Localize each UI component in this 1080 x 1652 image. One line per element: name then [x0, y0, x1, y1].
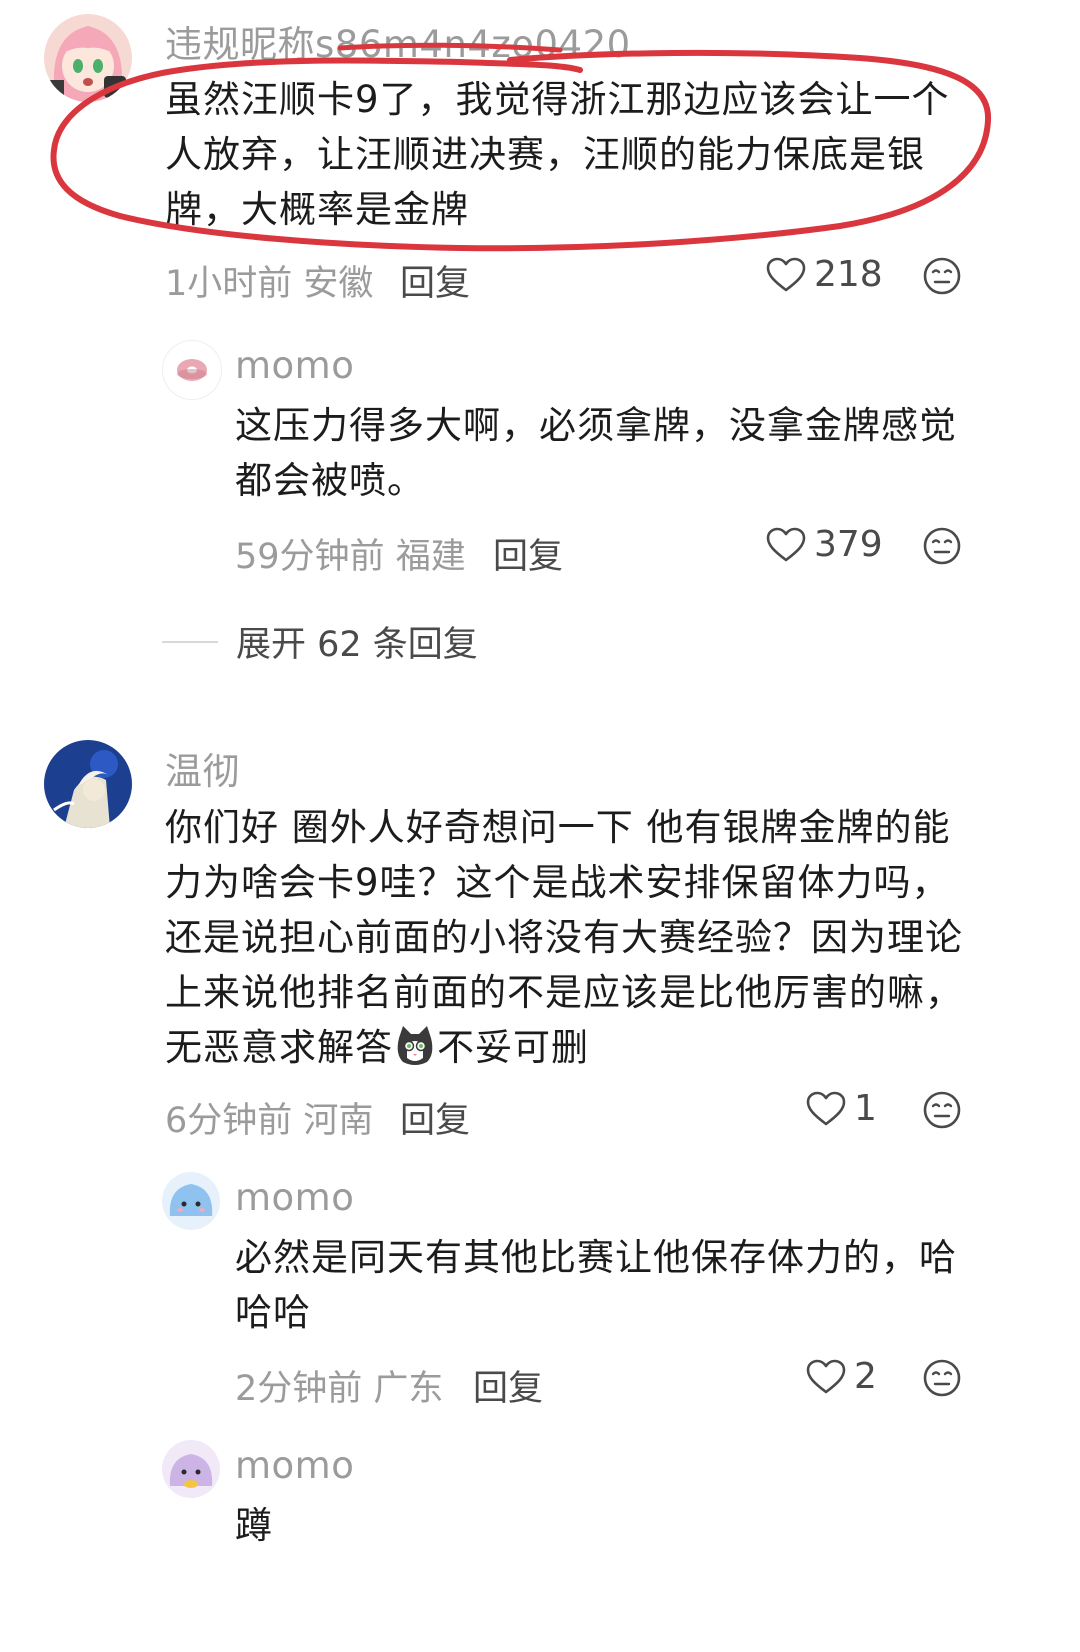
emoji-react-button[interactable] [922, 1358, 962, 1398]
like-count: 218 [814, 254, 883, 295]
like-button[interactable]: 379 [766, 524, 883, 565]
reply-button[interactable]: 回复 [493, 528, 563, 579]
comment-time: 1小时前 安徽 [165, 264, 374, 304]
like-count: 2 [854, 1356, 877, 1397]
user-avatar[interactable] [162, 340, 222, 400]
cat-face-emoji [393, 1024, 437, 1068]
donut-avatar [163, 341, 221, 399]
username[interactable]: momo [235, 1176, 354, 1219]
reply-button[interactable]: 回复 [400, 1092, 470, 1143]
neutral-face-icon [923, 527, 961, 565]
emoji-react-button[interactable] [922, 526, 962, 566]
user-avatar[interactable] [162, 1172, 220, 1230]
username[interactable]: 温彻 [165, 741, 240, 795]
like-button[interactable]: 2 [806, 1356, 877, 1397]
heart-icon [766, 527, 806, 561]
comment-text: 你们好 圈外人好奇想问一下 他有银牌金牌的能力为啥会卡9哇？这个是战术安排保留体… [165, 806, 963, 1069]
heart-icon [806, 1091, 846, 1125]
red-annotation-circle [50, 42, 992, 252]
like-count: 1 [854, 1088, 877, 1129]
comment-location: 安徽 [303, 264, 374, 304]
like-button[interactable]: 218 [766, 254, 883, 295]
emoji-react-button[interactable] [922, 256, 962, 296]
anime-boy-blue-avatar [44, 740, 132, 828]
like-count: 379 [814, 524, 883, 565]
reply-button[interactable]: 回复 [473, 1360, 543, 1411]
comment-time: 6分钟前 河南 [165, 1101, 374, 1141]
neutral-face-icon [923, 1359, 961, 1397]
purple-blob-avatar [162, 1440, 220, 1498]
divider [162, 640, 218, 643]
like-button[interactable]: 1 [806, 1088, 877, 1129]
comment-location: 河南 [303, 1101, 374, 1141]
reply-text: 必然是同天有其他比赛让他保存体力的，哈哈哈 [235, 1236, 957, 1334]
heart-icon [806, 1359, 846, 1393]
reply-time: 59分钟前 福建 [235, 537, 466, 577]
neutral-face-icon [923, 257, 961, 295]
emoji-react-button[interactable] [922, 1090, 962, 1130]
expand-replies-button[interactable]: 展开 62 条回复 [162, 616, 478, 667]
user-avatar[interactable] [44, 740, 132, 828]
username[interactable]: momo [235, 344, 354, 387]
user-avatar[interactable] [162, 1440, 220, 1498]
reply-location: 福建 [395, 537, 466, 577]
reply-text: 蹲 [235, 1504, 273, 1547]
reply-button[interactable]: 回复 [400, 255, 470, 306]
neutral-face-icon [923, 1091, 961, 1129]
reply-location: 广东 [373, 1369, 444, 1409]
reply-time: 2分钟前 广东 [235, 1369, 444, 1409]
reply-text: 这压力得多大啊，必须拿牌，没拿金牌感觉都会被喷。 [235, 404, 957, 502]
expand-replies-label: 展开 62 条回复 [236, 625, 478, 665]
heart-icon [766, 257, 806, 291]
username[interactable]: momo [235, 1444, 354, 1487]
blue-blob-avatar [162, 1172, 220, 1230]
